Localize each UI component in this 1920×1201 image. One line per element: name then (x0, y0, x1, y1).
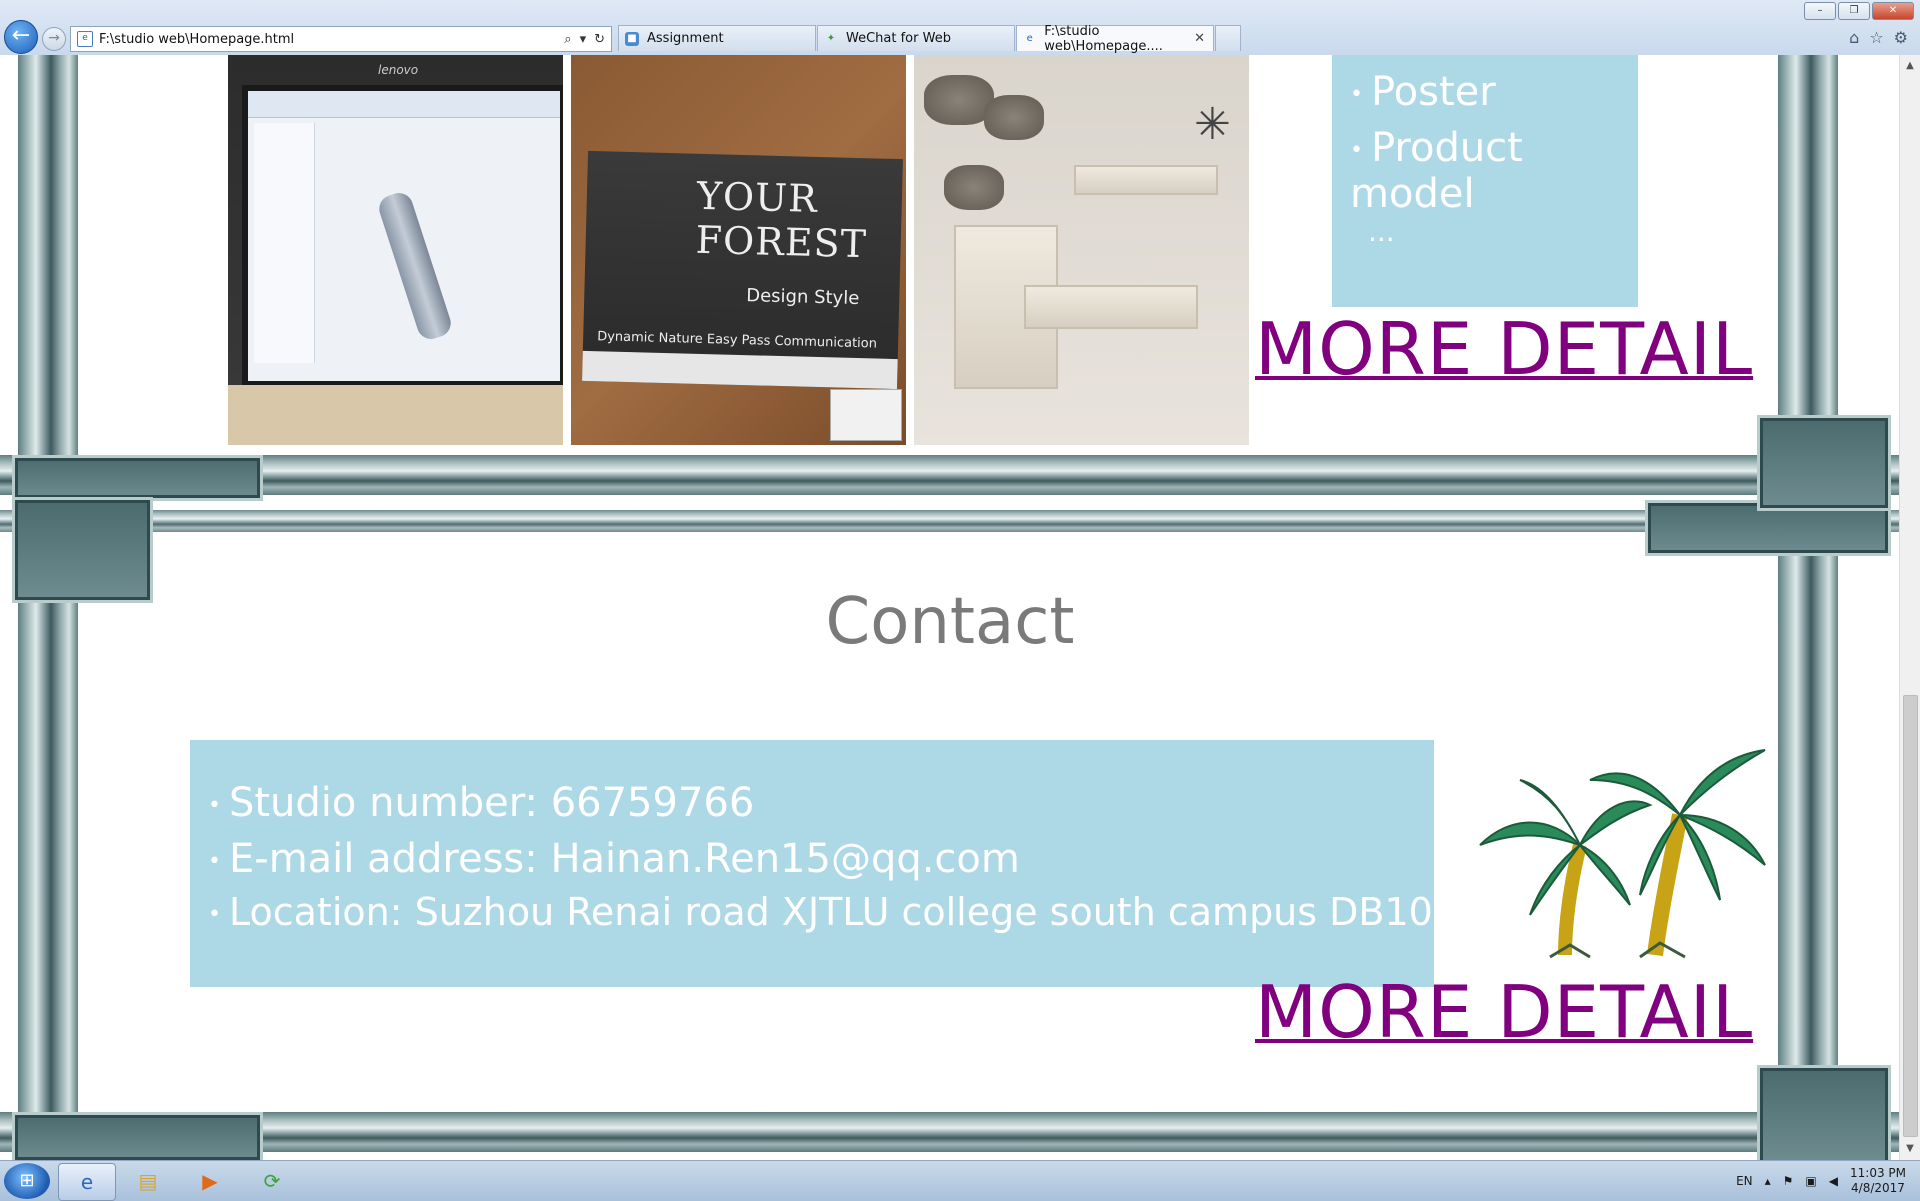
close-tab-icon[interactable]: ✕ (1194, 31, 1205, 46)
tab-assignment[interactable]: ■ Assignment (618, 25, 816, 51)
poster-subtitle: Design Style (745, 285, 860, 310)
more-detail-link-contact[interactable]: MORE DETAIL (1255, 970, 1753, 1054)
service-item: • Poster (1350, 69, 1496, 115)
wechat-icon: ✦ (826, 32, 836, 44)
taskbar: ⊞ e ▤ ▶ ⟳ EN ▴ ⚑ ▣ ◀ 11:03 PM 4/8/2017 (0, 1160, 1920, 1201)
contact-item-location: • Location: Suzhou Renai road XJTLU colle… (208, 890, 1458, 934)
minimize-button[interactable]: – (1804, 2, 1836, 20)
page-icon: e (77, 31, 93, 47)
back-button[interactable]: ← (4, 20, 38, 54)
show-hidden-icons-icon[interactable]: ▴ (1765, 1174, 1771, 1188)
new-tab-button[interactable] (1215, 25, 1241, 51)
poster-title: YOUR FOREST (695, 173, 868, 267)
tab-wechat[interactable]: ✦ WeChat for Web (817, 25, 1015, 51)
network-icon[interactable]: ▣ (1805, 1174, 1816, 1188)
system-tray: EN ▴ ⚑ ▣ ◀ 11:03 PM 4/8/2017 (1736, 1161, 1906, 1201)
monitor-screen (242, 85, 563, 387)
frame-pipe-middle-2 (0, 510, 1900, 532)
contact-heading: Contact (825, 585, 1075, 659)
refresh-circle-icon: ⟳ (263, 1169, 281, 1193)
settings-gear-icon[interactable]: ⚙ (1894, 28, 1908, 47)
favorites-star-icon[interactable]: ☆ (1869, 28, 1883, 47)
windows-logo-icon: ⊞ (19, 1170, 35, 1191)
media-player-icon: ▶ (202, 1169, 218, 1193)
ie-icon: e (80, 1170, 94, 1194)
scroll-up-icon[interactable]: ▲ (1900, 57, 1920, 75)
scroll-down-icon[interactable]: ▼ (1900, 1140, 1920, 1158)
volume-icon[interactable]: ◀ (1829, 1174, 1838, 1188)
taskbar-ie[interactable]: e (58, 1163, 116, 1201)
frame-block (12, 455, 263, 501)
contact-item-phone: • Studio number: 66759766 (208, 780, 755, 826)
frame-pipe-middle (0, 455, 1900, 495)
photo-furniture-model: ✳ (914, 55, 1249, 445)
photo-computer-model: lenovo (228, 55, 563, 445)
service-item: • Product model (1350, 125, 1523, 217)
forward-button[interactable]: → (42, 27, 66, 51)
clock-date: 4/8/2017 (1851, 1181, 1905, 1195)
close-window-button[interactable]: ✕ (1872, 2, 1914, 20)
address-text[interactable]: F:\studio web\Homepage.html (99, 32, 564, 47)
search-icon[interactable]: ⌕ (564, 32, 571, 47)
home-icon[interactable]: ⌂ (1849, 28, 1859, 47)
frame-block (12, 1112, 263, 1160)
address-bar[interactable]: e F:\studio web\Homepage.html ⌕ ▾ ↻ (70, 26, 612, 52)
tab-label: Assignment (647, 31, 724, 46)
restore-button[interactable]: ❐ (1838, 2, 1870, 20)
contact-box: • Studio number: 66759766 • E-mail address… (190, 740, 1457, 987)
scroll-thumb[interactable] (1903, 695, 1918, 1137)
contact-item-email: • E-mail address: Hainan.Ren15@qq.com (208, 836, 1020, 882)
service-item-ellipsis: ... (1368, 215, 1395, 248)
start-button[interactable]: ⊞ (4, 1163, 50, 1199)
refresh-icon[interactable]: ↻ (594, 32, 605, 47)
poster-footer: Dynamic Nature Easy Pass Communication (597, 329, 878, 352)
vertical-scrollbar[interactable]: ▲ ▼ (1899, 55, 1920, 1160)
palm-trees-image (1479, 749, 1766, 959)
web-page: lenovo YOUR FOREST Design Style Dynamic … (0, 55, 1900, 1160)
tab-strip: ■ Assignment ✦ WeChat for Web e F:\studi… (618, 23, 1242, 54)
frame-pipe-bottom (0, 1112, 1900, 1152)
language-indicator[interactable]: EN (1736, 1174, 1753, 1188)
photo-poster: YOUR FOREST Design Style Dynamic Nature … (571, 55, 906, 445)
plant-decoration: ✳ (1194, 99, 1231, 150)
frame-block (1757, 1065, 1891, 1160)
arrow-right-icon: → (48, 30, 60, 46)
arrow-left-icon: ← (11, 23, 31, 48)
browser-chrome: – ❐ ✕ ← → e F:\studio web\Homepage.html … (0, 0, 1920, 56)
clock[interactable]: 11:03 PM 4/8/2017 (1850, 1166, 1906, 1196)
toolbar-icons: ⌂ ☆ ⚙ (1849, 28, 1908, 47)
more-detail-link-services[interactable]: MORE DETAIL (1255, 307, 1753, 391)
tab-label: F:\studio web\Homepage.... (1044, 23, 1163, 54)
taskbar-app[interactable]: ⟳ (244, 1163, 300, 1199)
services-box: • Poster • Product model ... (1332, 55, 1638, 307)
desk-surface (228, 385, 563, 445)
taskbar-explorer[interactable]: ▤ (120, 1163, 176, 1199)
photo-gallery: lenovo YOUR FOREST Design Style Dynamic … (228, 55, 1249, 445)
clock-time: 11:03 PM (1850, 1166, 1906, 1180)
flag-icon[interactable]: ⚑ (1783, 1174, 1794, 1188)
folder-icon: ▤ (138, 1169, 158, 1193)
window-controls: – ❐ ✕ (1804, 2, 1914, 20)
tab-homepage[interactable]: e F:\studio web\Homepage.... ✕ (1016, 23, 1214, 54)
ie-icon: e (1026, 32, 1033, 44)
frame-block (1757, 415, 1891, 511)
dropdown-icon[interactable]: ▾ (580, 32, 587, 47)
cube-icon: ■ (625, 31, 639, 46)
tab-label: WeChat for Web (846, 31, 951, 46)
taskbar-media-player[interactable]: ▶ (182, 1163, 238, 1199)
monitor-brand: lenovo (378, 63, 419, 77)
